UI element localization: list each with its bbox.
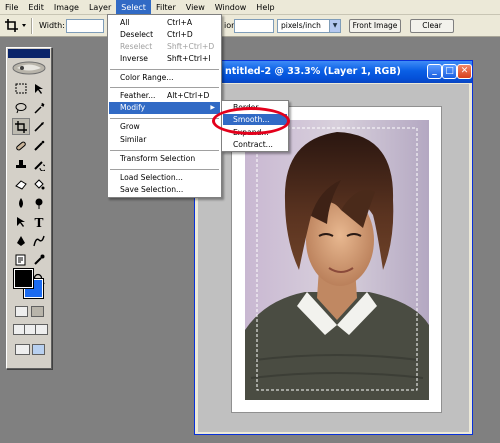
- submenu-item-contract[interactable]: Contract...: [223, 139, 287, 150]
- options-separator: [31, 18, 33, 34]
- menu-separator: [110, 87, 219, 88]
- menu-separator: [110, 118, 219, 119]
- width-input[interactable]: [66, 19, 104, 33]
- menu-item-label: Inverse: [120, 54, 148, 63]
- submenu-arrow-icon: ▶: [210, 104, 215, 111]
- path-selection-tool-icon[interactable]: [12, 213, 30, 230]
- toolbox-title-bar[interactable]: [8, 49, 50, 58]
- pen-tool-icon[interactable]: [12, 232, 30, 249]
- options-bar: Width: ion: pixels/inch ▼ Front Image Cl…: [0, 15, 500, 37]
- menu-item-similar[interactable]: Similar: [109, 134, 220, 146]
- menu-item-color-range[interactable]: Color Range...: [109, 72, 220, 84]
- clear-button[interactable]: Clear: [410, 19, 454, 33]
- menu-view[interactable]: View: [181, 0, 210, 15]
- crop-tool-icon[interactable]: [12, 118, 30, 135]
- menu-edit[interactable]: Edit: [23, 0, 49, 15]
- chevron-down-icon: ▼: [329, 20, 340, 32]
- menu-item-label: Feather...: [120, 91, 156, 100]
- menu-item-label: Grow: [120, 122, 140, 131]
- menu-item-reselect: Reselect Shft+Ctrl+D: [109, 41, 220, 53]
- select-menu: All Ctrl+A Deselect Ctrl+D Reselect Shft+Ct…: [107, 14, 222, 198]
- menu-layer[interactable]: Layer: [84, 0, 116, 15]
- portrait-photo: [245, 120, 429, 400]
- resolution-units-select[interactable]: pixels/inch ▼: [277, 19, 341, 33]
- tool-grid: T: [12, 80, 48, 287]
- close-button[interactable]: ✕: [457, 64, 472, 79]
- menu-filter[interactable]: Filter: [151, 0, 181, 15]
- menu-item-save-selection[interactable]: Save Selection...: [109, 184, 220, 196]
- menu-window[interactable]: Window: [210, 0, 252, 15]
- menu-item-transform-selection[interactable]: Transform Selection: [109, 153, 220, 165]
- maximize-button[interactable]: □: [442, 64, 457, 79]
- front-image-button[interactable]: Front Image: [349, 19, 401, 33]
- menu-image[interactable]: Image: [49, 0, 84, 15]
- menu-item-label: Deselect: [120, 30, 154, 39]
- magic-wand-tool-icon[interactable]: [30, 99, 48, 116]
- crop-tool-preset-icon[interactable]: [3, 18, 29, 33]
- menu-item-feather[interactable]: Feather... Alt+Ctrl+D: [109, 90, 220, 102]
- menu-item-inverse[interactable]: Inverse Shft+Ctrl+I: [109, 53, 220, 65]
- type-tool-icon[interactable]: T: [30, 213, 48, 230]
- eraser-tool-icon[interactable]: [12, 175, 30, 192]
- document-title-bar[interactable]: ntitled-2 @ 33.3% (Layer 1, RGB) _ □ ✕: [195, 61, 472, 83]
- slice-tool-icon[interactable]: [30, 118, 48, 135]
- menu-file[interactable]: File: [0, 0, 23, 15]
- menu-item-shortcut: Ctrl+D: [167, 30, 193, 39]
- history-brush-tool-icon[interactable]: [30, 156, 48, 173]
- full-screen-mode-button[interactable]: [35, 324, 48, 335]
- menu-item-load-selection[interactable]: Load Selection...: [109, 172, 220, 184]
- move-tool-icon[interactable]: [30, 80, 48, 97]
- adobe-feather-icon[interactable]: [11, 59, 47, 77]
- healing-brush-tool-icon[interactable]: [12, 137, 30, 154]
- clone-stamp-tool-icon[interactable]: [12, 156, 30, 173]
- menu-help[interactable]: Help: [251, 0, 279, 15]
- units-value: pixels/inch: [281, 21, 321, 30]
- menu-item-label: Save Selection...: [120, 185, 184, 194]
- menu-separator: [110, 150, 219, 151]
- menu-item-label: Transform Selection: [120, 154, 196, 163]
- width-label: Width:: [39, 21, 65, 30]
- menu-item-label: Color Range...: [120, 73, 174, 82]
- menu-item-shortcut: Shft+Ctrl+D: [167, 42, 215, 51]
- shape-tool-icon[interactable]: [30, 232, 48, 249]
- document-title: ntitled-2 @ 33.3% (Layer 1, RGB): [225, 66, 401, 77]
- minimize-button[interactable]: _: [427, 64, 442, 79]
- menu-item-label: Modify: [120, 103, 146, 112]
- paint-bucket-tool-icon[interactable]: [30, 175, 48, 192]
- dodge-tool-icon[interactable]: [30, 194, 48, 211]
- menu-item-shortcut: Alt+Ctrl+D: [167, 91, 210, 100]
- foreground-color-swatch[interactable]: [13, 268, 34, 289]
- resolution-input[interactable]: [234, 19, 274, 33]
- mode-buttons: [13, 304, 48, 364]
- toolbox: T: [6, 47, 52, 369]
- menu-item-shortcut: Ctrl+A: [167, 18, 193, 27]
- menu-item-shortcut: Shft+Ctrl+I: [167, 54, 211, 63]
- menu-item-label: All: [120, 18, 130, 27]
- menu-item-deselect[interactable]: Deselect Ctrl+D: [109, 29, 220, 41]
- menu-item-label: Load Selection...: [120, 173, 183, 182]
- color-swatches: [11, 266, 49, 302]
- menu-item-label: Similar: [120, 135, 147, 144]
- quick-mask-mode-button[interactable]: [31, 306, 44, 317]
- imageready-icon[interactable]: [32, 344, 45, 355]
- menu-item-label: Reselect: [120, 42, 153, 51]
- menu-bar: File Edit Image Layer Select Filter View…: [0, 0, 500, 15]
- standard-mode-button[interactable]: [15, 306, 28, 317]
- marquee-tool-icon[interactable]: [12, 80, 30, 97]
- svg-text:T: T: [35, 216, 44, 228]
- annotation-highlight-ring: [212, 107, 290, 135]
- menu-item-grow[interactable]: Grow: [109, 121, 220, 133]
- menu-item-modify[interactable]: Modify ▶: [109, 102, 220, 114]
- blur-tool-icon[interactable]: [12, 194, 30, 211]
- jump-to-imageready-button[interactable]: [15, 344, 30, 355]
- menu-separator: [110, 69, 219, 70]
- menu-select[interactable]: Select: [116, 0, 151, 15]
- lasso-tool-icon[interactable]: [12, 99, 30, 116]
- menu-item-all[interactable]: All Ctrl+A: [109, 17, 220, 29]
- brush-tool-icon[interactable]: [30, 137, 48, 154]
- menu-separator: [110, 169, 219, 170]
